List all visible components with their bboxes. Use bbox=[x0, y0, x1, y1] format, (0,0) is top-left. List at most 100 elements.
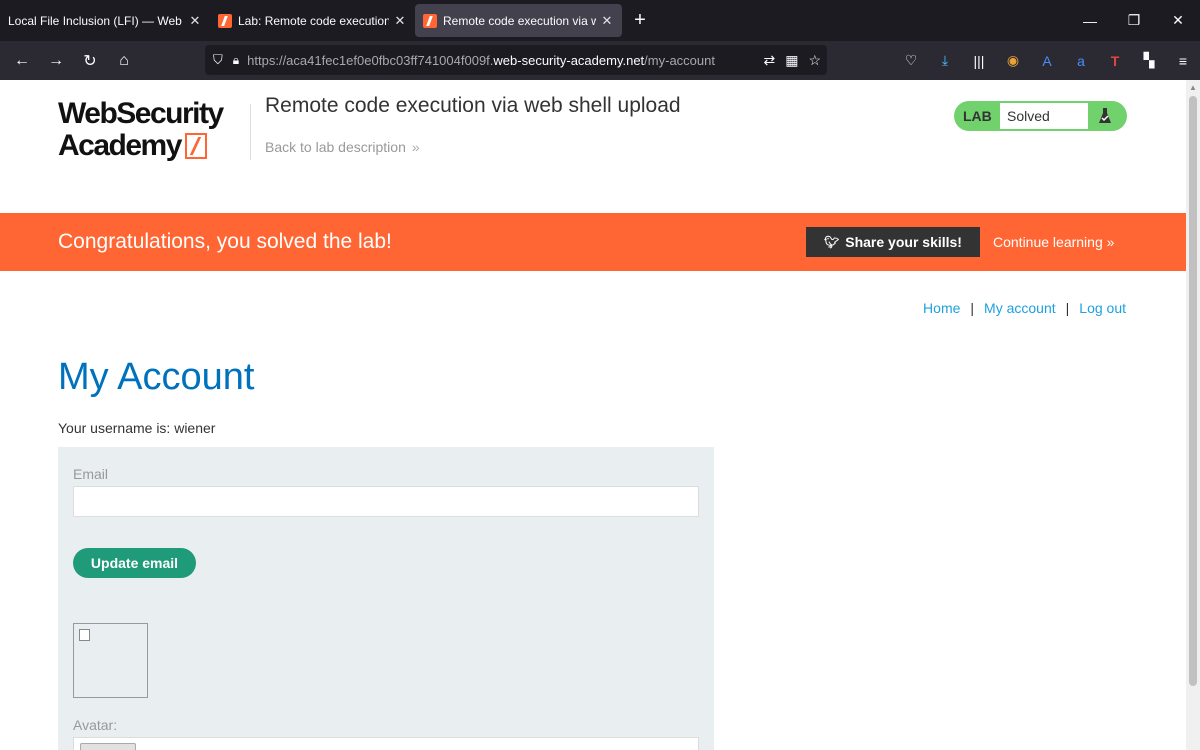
reload-icon: ↻ bbox=[83, 52, 97, 70]
lab-status-badge: LAB Solved bbox=[954, 101, 1127, 131]
nav-logout-link[interactable]: Log out bbox=[1079, 300, 1126, 316]
hamburger-icon: ≡ bbox=[1178, 52, 1188, 69]
twitter-icon: 🐦︎ bbox=[824, 235, 840, 249]
library-button[interactable]: ||| bbox=[962, 44, 996, 78]
address-bar[interactable]: ⛉ 🔒︎ https://aca41fec1ef0e0fbc03ff741004… bbox=[205, 45, 827, 75]
pocket-button[interactable]: ♡ bbox=[894, 44, 928, 78]
browser-navbar: ← → ↻ ⌂ ⛉ 🔒︎ https://aca41fec1ef0e0fbc03… bbox=[0, 41, 1200, 80]
nav-my-account-link[interactable]: My account bbox=[984, 300, 1056, 316]
url-actions: ⇄ ▦ ☆ bbox=[763, 45, 821, 75]
home-button[interactable]: ⌂ bbox=[107, 44, 141, 78]
lightning-icon bbox=[184, 133, 207, 159]
extension-translate-icon: A bbox=[1042, 52, 1052, 69]
download-icon: ⤓ bbox=[941, 52, 949, 68]
window-controls: — ❐ ✕ bbox=[1068, 0, 1200, 41]
web-security-academy-logo[interactable]: WebSecurity Academy bbox=[58, 98, 248, 166]
tab-lab-description[interactable]: Lab: Remote code execution via ✕ bbox=[210, 0, 415, 41]
extension-translate2-icon: a bbox=[1077, 52, 1085, 69]
tab-title: Lab: Remote code execution via bbox=[238, 13, 389, 28]
solved-banner: Congratulations, you solved the lab! 🐦︎ S… bbox=[0, 213, 1186, 271]
flask-icon bbox=[1088, 107, 1122, 125]
continue-learning-link[interactable]: Continue learning » bbox=[993, 234, 1114, 250]
menu-button[interactable]: ≡ bbox=[1166, 44, 1200, 78]
arrow-left-icon: ← bbox=[14, 51, 30, 69]
close-icon[interactable]: ✕ bbox=[188, 13, 202, 29]
tab-title: Remote code execution via web bbox=[443, 13, 596, 28]
extension-t-icon: T bbox=[1110, 52, 1120, 69]
scrollbar-thumb[interactable] bbox=[1189, 96, 1197, 686]
home-icon: ⌂ bbox=[119, 51, 129, 69]
browser-tab-strip: Local File Inclusion (LFI) — Web App ✕ L… bbox=[0, 0, 1200, 41]
tab-title: Local File Inclusion (LFI) — Web App bbox=[8, 13, 184, 28]
page-content: WebSecurity Academy Remote code executio… bbox=[0, 80, 1186, 750]
minimize-button[interactable]: — bbox=[1068, 0, 1112, 41]
site-nav: Home | My account | Log out bbox=[923, 300, 1126, 316]
downloads-button[interactable]: ⤓ bbox=[928, 44, 962, 78]
extension-local-icon: ◉ bbox=[1006, 52, 1020, 68]
shield-icon[interactable]: ⛉ bbox=[213, 52, 223, 68]
close-icon: ✕ bbox=[1172, 12, 1184, 28]
double-chevron-right-icon: » bbox=[411, 139, 420, 155]
broken-image-icon bbox=[79, 629, 90, 641]
congratulations-message: Congratulations, you solved the lab! bbox=[58, 230, 392, 253]
nav-home-link[interactable]: Home bbox=[923, 300, 960, 316]
minimize-icon: — bbox=[1083, 12, 1097, 29]
nav-separator: | bbox=[1065, 300, 1070, 316]
qr-code-icon[interactable]: ▦ bbox=[785, 52, 798, 69]
account-form-panel: Email Update email Avatar: bbox=[58, 447, 714, 750]
page-scrollbar[interactable]: ▲ bbox=[1186, 80, 1200, 750]
extensions-button[interactable]: ▚ bbox=[1132, 44, 1166, 78]
back-link-label: Back to lab description bbox=[265, 139, 406, 155]
nav-separator: | bbox=[970, 300, 975, 316]
lab-tag: LAB bbox=[963, 108, 992, 124]
close-window-button[interactable]: ✕ bbox=[1156, 0, 1200, 41]
tab-lfi[interactable]: Local File Inclusion (LFI) — Web App ✕ bbox=[0, 0, 210, 41]
scroll-up-icon[interactable]: ▲ bbox=[1189, 83, 1197, 92]
share-skills-button[interactable]: 🐦︎ Share your skills! bbox=[806, 227, 980, 257]
translate-icon[interactable]: ⇄ bbox=[763, 52, 775, 69]
avatar-label: Avatar: bbox=[73, 717, 118, 733]
restore-icon: ❐ bbox=[1127, 12, 1141, 28]
plus-icon: + bbox=[634, 9, 646, 31]
avatar-image bbox=[73, 623, 148, 698]
url-path: /my-account bbox=[644, 52, 715, 68]
portswigger-favicon-icon bbox=[218, 13, 232, 28]
logo-line2: Academy bbox=[58, 130, 248, 162]
update-email-button[interactable]: Update email bbox=[73, 548, 196, 578]
double-chevron-right-icon: » bbox=[1106, 234, 1115, 250]
puzzle-icon: ▚ bbox=[1143, 52, 1155, 68]
avatar-file-input[interactable] bbox=[73, 737, 699, 750]
share-label: Share your skills! bbox=[845, 234, 962, 250]
email-input[interactable] bbox=[73, 486, 699, 517]
portswigger-favicon-icon bbox=[423, 13, 437, 28]
back-button[interactable]: ← bbox=[5, 44, 39, 78]
extension-translate-button[interactable]: A bbox=[1030, 44, 1064, 78]
browser-toolbar: ♡ ⤓ ||| ◉ A a T ▚ ≡ bbox=[894, 41, 1200, 80]
page-title: My Account bbox=[58, 356, 255, 398]
username-line: Your username is: wiener bbox=[58, 420, 216, 436]
logo-line2-text: Academy bbox=[58, 129, 182, 162]
pocket-icon: ♡ bbox=[904, 52, 918, 68]
reload-button[interactable]: ↻ bbox=[73, 44, 107, 78]
close-icon[interactable]: ✕ bbox=[393, 13, 407, 29]
logo-line1: WebSecurity bbox=[58, 97, 224, 130]
library-icon: ||| bbox=[973, 52, 985, 69]
email-label: Email bbox=[73, 466, 109, 482]
arrow-right-icon: → bbox=[48, 51, 64, 69]
continue-label: Continue learning bbox=[993, 234, 1103, 250]
lab-title: Remote code execution via web shell uplo… bbox=[265, 94, 681, 117]
forward-button[interactable]: → bbox=[39, 44, 73, 78]
tab-lab-active[interactable]: Remote code execution via web ✕ bbox=[415, 4, 622, 37]
extension-local-button[interactable]: ◉ bbox=[996, 44, 1030, 78]
lock-icon[interactable]: 🔒︎ bbox=[233, 53, 239, 68]
extension-translate2-button[interactable]: a bbox=[1064, 44, 1098, 78]
extension-t-button[interactable]: T bbox=[1098, 44, 1132, 78]
restore-button[interactable]: ❐ bbox=[1112, 0, 1156, 41]
bookmark-star-icon[interactable]: ☆ bbox=[808, 52, 821, 69]
new-tab-button[interactable]: + bbox=[622, 0, 658, 41]
back-to-lab-link[interactable]: Back to lab description » bbox=[265, 139, 420, 155]
url-domain: web-security-academy.net bbox=[493, 52, 645, 68]
close-icon[interactable]: ✕ bbox=[600, 13, 614, 29]
browse-button[interactable] bbox=[80, 743, 136, 750]
url-prefix: https://aca41fec1ef0e0fbc03ff741004f009f… bbox=[247, 52, 494, 68]
